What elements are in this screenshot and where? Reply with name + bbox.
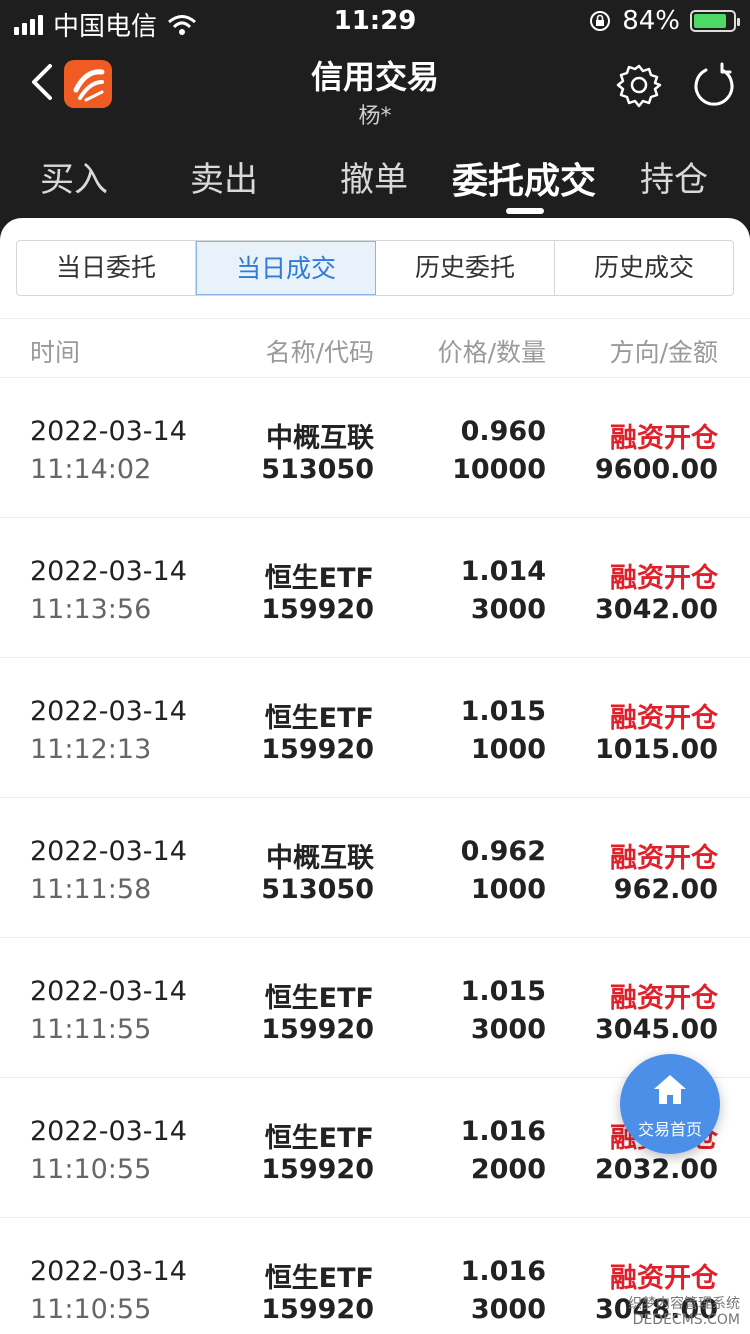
trade-amount: 962.00 [613, 874, 718, 905]
trade-date: 2022-03-14 [30, 976, 187, 1007]
battery-icon [690, 10, 740, 32]
tab-buy[interactable]: 买入 [40, 152, 108, 201]
table-row[interactable]: 2022-03-14 11:11:55 恒生ETF 159920 1.015 3000 融资… [0, 938, 750, 1078]
col-name-code: 名称/代码 [265, 338, 374, 367]
active-tab-indicator [506, 208, 544, 214]
battery-percent: 84% [622, 6, 680, 36]
trade-direction: 融资开仓 [610, 563, 718, 594]
sub-tabs: 当日委托 当日成交 历史委托 历史成交 [16, 240, 734, 296]
tab-sell[interactable]: 卖出 [190, 152, 258, 201]
trade-quantity: 1000 [470, 874, 546, 905]
security-name: 中概互联 [266, 423, 374, 454]
trade-price: 0.962 [460, 836, 546, 867]
trade-list: 2022-03-14 11:14:02 中概互联 513050 0.960 10000 融资… [0, 378, 750, 1334]
security-name: 恒生ETF [264, 563, 374, 594]
table-row[interactable]: 2022-03-14 11:13:56 恒生ETF 159920 1.014 3000 融资… [0, 518, 750, 658]
refresh-icon[interactable] [692, 62, 736, 108]
trade-date: 2022-03-14 [30, 1116, 187, 1147]
trade-quantity: 3000 [470, 594, 546, 625]
trade-price: 1.016 [460, 1256, 546, 1287]
subtab-history-trades[interactable]: 历史成交 [555, 241, 733, 295]
trade-date: 2022-03-14 [30, 556, 187, 587]
security-code: 159920 [261, 1154, 374, 1185]
trade-quantity: 10000 [452, 454, 546, 485]
status-right: 84% [588, 6, 740, 36]
trade-time: 11:13:56 [30, 594, 152, 625]
trade-time: 11:10:55 [30, 1294, 152, 1325]
watermark: 织梦内容管理系统 DEDECMS.COM [628, 1296, 740, 1328]
trade-price: 1.016 [460, 1116, 546, 1147]
security-code: 159920 [261, 594, 374, 625]
trade-time: 11:14:02 [30, 454, 152, 485]
trade-home-button[interactable]: 交易首页 [620, 1054, 720, 1154]
trade-price: 1.015 [460, 976, 546, 1007]
trade-date: 2022-03-14 [30, 836, 187, 867]
trade-date: 2022-03-14 [30, 416, 187, 447]
trade-date: 2022-03-14 [30, 696, 187, 727]
trade-time: 11:10:55 [30, 1154, 152, 1185]
trade-direction: 融资开仓 [610, 1263, 718, 1294]
col-time: 时间 [30, 338, 81, 367]
col-direction-amount: 方向/金额 [609, 338, 718, 367]
security-name: 恒生ETF [264, 983, 374, 1014]
security-name: 中概互联 [266, 843, 374, 874]
table-row[interactable]: 2022-03-14 11:12:13 恒生ETF 159920 1.015 1000 融资… [0, 658, 750, 798]
trade-direction: 融资开仓 [610, 983, 718, 1014]
trade-amount: 3045.00 [595, 1014, 718, 1045]
main-tabs: 买入 卖出 撤单 委托成交 持仓 [0, 140, 750, 218]
trade-time: 11:11:58 [30, 874, 152, 905]
security-code: 513050 [261, 454, 374, 485]
col-price-qty: 价格/数量 [437, 338, 546, 367]
table-row[interactable]: 2022-03-14 11:14:02 中概互联 513050 0.960 10000 融资… [0, 378, 750, 518]
home-icon [654, 1075, 686, 1104]
trade-direction: 融资开仓 [610, 703, 718, 734]
status-bar: 中国电信 11:29 84% [0, 0, 750, 42]
battery-fill [694, 14, 726, 28]
trade-amount: 2032.00 [595, 1154, 718, 1185]
trade-time: 11:11:55 [30, 1014, 152, 1045]
trade-quantity: 3000 [470, 1294, 546, 1325]
watermark-line2: DEDECMS.COM [632, 1312, 740, 1328]
security-code: 513050 [261, 874, 374, 905]
trade-quantity: 2000 [470, 1154, 546, 1185]
security-name: 恒生ETF [264, 1123, 374, 1154]
security-code: 159920 [261, 1294, 374, 1325]
security-code: 159920 [261, 734, 374, 765]
tab-orders-trades[interactable]: 委托成交 [452, 152, 596, 204]
trade-time: 11:12:13 [30, 734, 152, 765]
subtab-today-orders[interactable]: 当日委托 [17, 241, 196, 295]
security-name: 恒生ETF [264, 1263, 374, 1294]
security-code: 159920 [261, 1014, 374, 1045]
content-panel: 当日委托 当日成交 历史委托 历史成交 时间 名称/代码 价格/数量 方向/金额… [0, 218, 750, 1334]
trade-quantity: 1000 [470, 734, 546, 765]
trade-price: 1.014 [460, 556, 546, 587]
subtab-history-orders[interactable]: 历史委托 [376, 241, 555, 295]
orientation-lock-icon [590, 11, 611, 31]
app-header: 信用交易 杨* [0, 40, 750, 140]
trade-quantity: 3000 [470, 1014, 546, 1045]
trade-price: 1.015 [460, 696, 546, 727]
trade-amount: 3042.00 [595, 594, 718, 625]
trade-amount: 1015.00 [595, 734, 718, 765]
trade-direction: 融资开仓 [610, 423, 718, 454]
trade-price: 0.960 [460, 416, 546, 447]
tab-cancel[interactable]: 撤单 [340, 152, 408, 201]
tab-positions[interactable]: 持仓 [640, 152, 708, 201]
trade-home-label: 交易首页 [637, 1120, 702, 1139]
table-row[interactable]: 2022-03-14 11:11:58 中概互联 513050 0.962 1000 融资开… [0, 798, 750, 938]
trade-amount: 9600.00 [595, 454, 718, 485]
table-header: 时间 名称/代码 价格/数量 方向/金额 [0, 318, 750, 378]
trade-date: 2022-03-14 [30, 1256, 187, 1287]
gear-icon[interactable] [616, 62, 662, 108]
subtab-today-trades[interactable]: 当日成交 [196, 241, 376, 295]
trade-direction: 融资开仓 [610, 843, 718, 874]
watermark-line1: 织梦内容管理系统 [628, 1296, 740, 1312]
security-name: 恒生ETF [264, 703, 374, 734]
